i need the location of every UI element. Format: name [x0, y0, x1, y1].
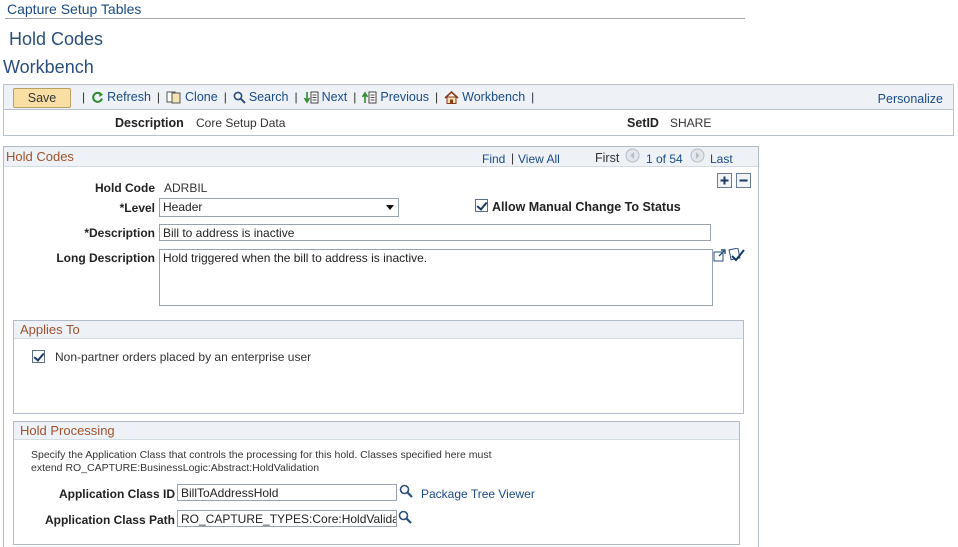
instructions-line-2: extend RO_CAPTURE:BusinessLogic:Abstract… [31, 462, 320, 474]
description-input[interactable]: Bill to address is inactive [159, 224, 711, 241]
app-class-path-input[interactable]: RO_CAPTURE_TYPES:Core:HoldValidation [177, 510, 397, 527]
clone-button[interactable]: Clone [166, 90, 218, 104]
workbench-button[interactable]: Workbench [444, 90, 525, 104]
personalize-link[interactable]: Personalize [878, 92, 943, 106]
search-icon [399, 484, 413, 498]
first-button[interactable] [625, 148, 640, 163]
description-label: Description [115, 116, 184, 130]
expand-icon [713, 249, 726, 262]
app-class-path-lookup-button[interactable] [398, 510, 412, 524]
search-icon [233, 91, 246, 104]
applies-to-group: Applies To Non-partner orders placed by … [13, 320, 744, 414]
previous-list-icon [362, 90, 377, 104]
instructions-line-1: Specify the Application Class that contr… [31, 449, 492, 461]
hold-processing-header: Hold Processing [14, 422, 739, 440]
previous-button[interactable]: Previous [362, 90, 429, 104]
breadcrumb[interactable]: Capture Setup Tables [7, 1, 141, 17]
page-title: Hold Codes [9, 29, 104, 49]
search-button[interactable]: Search [233, 90, 288, 104]
description-value: Core Setup Data [196, 116, 286, 130]
toolbar-separator: | [156, 90, 161, 104]
hold-code-value: ADRBIL [164, 181, 208, 195]
allow-manual-label: Allow Manual Change To Status [492, 200, 681, 214]
home-icon [444, 90, 459, 104]
app-class-id-lookup-button[interactable] [399, 484, 413, 498]
setid-label: SetID [627, 116, 659, 130]
next-button[interactable]: Next [303, 90, 347, 104]
hold-processing-group: Hold Processing Specify the Application … [13, 421, 740, 545]
next-list-icon [303, 91, 319, 104]
hold-codes-header: Hold Codes Find | View All First 1 of 54… [4, 147, 758, 167]
allow-manual-checkbox[interactable] [475, 199, 488, 215]
clone-icon [166, 91, 182, 104]
hold-code-label: Hold Code [95, 181, 155, 195]
app-class-id-input[interactable]: BillToAddressHold [177, 484, 397, 501]
toolbar-separator: | [223, 90, 227, 104]
long-description-textarea[interactable]: Hold triggered when the bill to address … [159, 249, 713, 306]
delete-row-button[interactable] [736, 173, 751, 188]
save-button[interactable]: Save [13, 88, 71, 108]
row-counter: 1 of 54 [646, 152, 683, 166]
header-info-row: Description Core Setup Data SetID SHARE [3, 110, 954, 136]
setid-value: SHARE [670, 116, 712, 130]
toolbar-separator: | [353, 90, 357, 104]
last-link[interactable]: Last [710, 152, 733, 166]
hold-codes-panel: Hold Codes Find | View All First 1 of 54… [3, 146, 759, 547]
refresh-button[interactable]: Refresh [91, 90, 151, 104]
app-class-path-label: Application Class Path [44, 513, 175, 527]
plus-icon [717, 173, 732, 188]
toolbar: Save | Refresh | Clone | Search | Next |… [3, 84, 954, 110]
package-tree-viewer-link[interactable]: Package Tree Viewer [421, 487, 535, 501]
toolbar-separator: | [82, 90, 86, 104]
minus-icon [736, 173, 751, 188]
spell-check-icon [728, 248, 745, 262]
refresh-icon [91, 91, 104, 104]
breadcrumb-divider [5, 18, 745, 19]
find-link[interactable]: Find [482, 152, 505, 166]
non-partner-orders-label: Non-partner orders placed by an enterpri… [55, 350, 312, 364]
nav-separator: | [511, 151, 515, 165]
toolbar-separator: | [435, 90, 439, 104]
toolbar-separator: | [294, 90, 298, 104]
arrow-right-icon [690, 148, 705, 163]
arrow-left-icon [625, 148, 640, 163]
non-partner-orders-checkbox[interactable] [32, 350, 45, 366]
hold-codes-title: Hold Codes [6, 149, 74, 164]
chevron-down-icon [386, 205, 394, 210]
level-select[interactable]: Header [159, 198, 399, 217]
add-row-button[interactable] [717, 173, 732, 188]
search-icon [398, 510, 412, 524]
checkbox-checked-icon [475, 199, 488, 212]
checkbox-checked-icon [32, 350, 45, 363]
view-all-link[interactable]: View All [518, 152, 560, 166]
hold-processing-title: Hold Processing [20, 423, 115, 438]
toolbar-separator: | [531, 90, 535, 104]
level-label: *Level [119, 201, 155, 215]
description-field-label: *Description [84, 226, 155, 240]
expand-textarea-button[interactable] [713, 249, 726, 262]
applies-to-title: Applies To [20, 322, 80, 337]
applies-to-header: Applies To [14, 321, 743, 339]
spell-check-button[interactable] [728, 248, 745, 262]
page-subtitle: Workbench [3, 57, 94, 77]
app-class-id-label: Application Class ID [58, 487, 175, 501]
long-description-label: Long Description [56, 251, 155, 265]
next-row-button[interactable] [690, 148, 705, 163]
first-label: First [595, 151, 620, 165]
